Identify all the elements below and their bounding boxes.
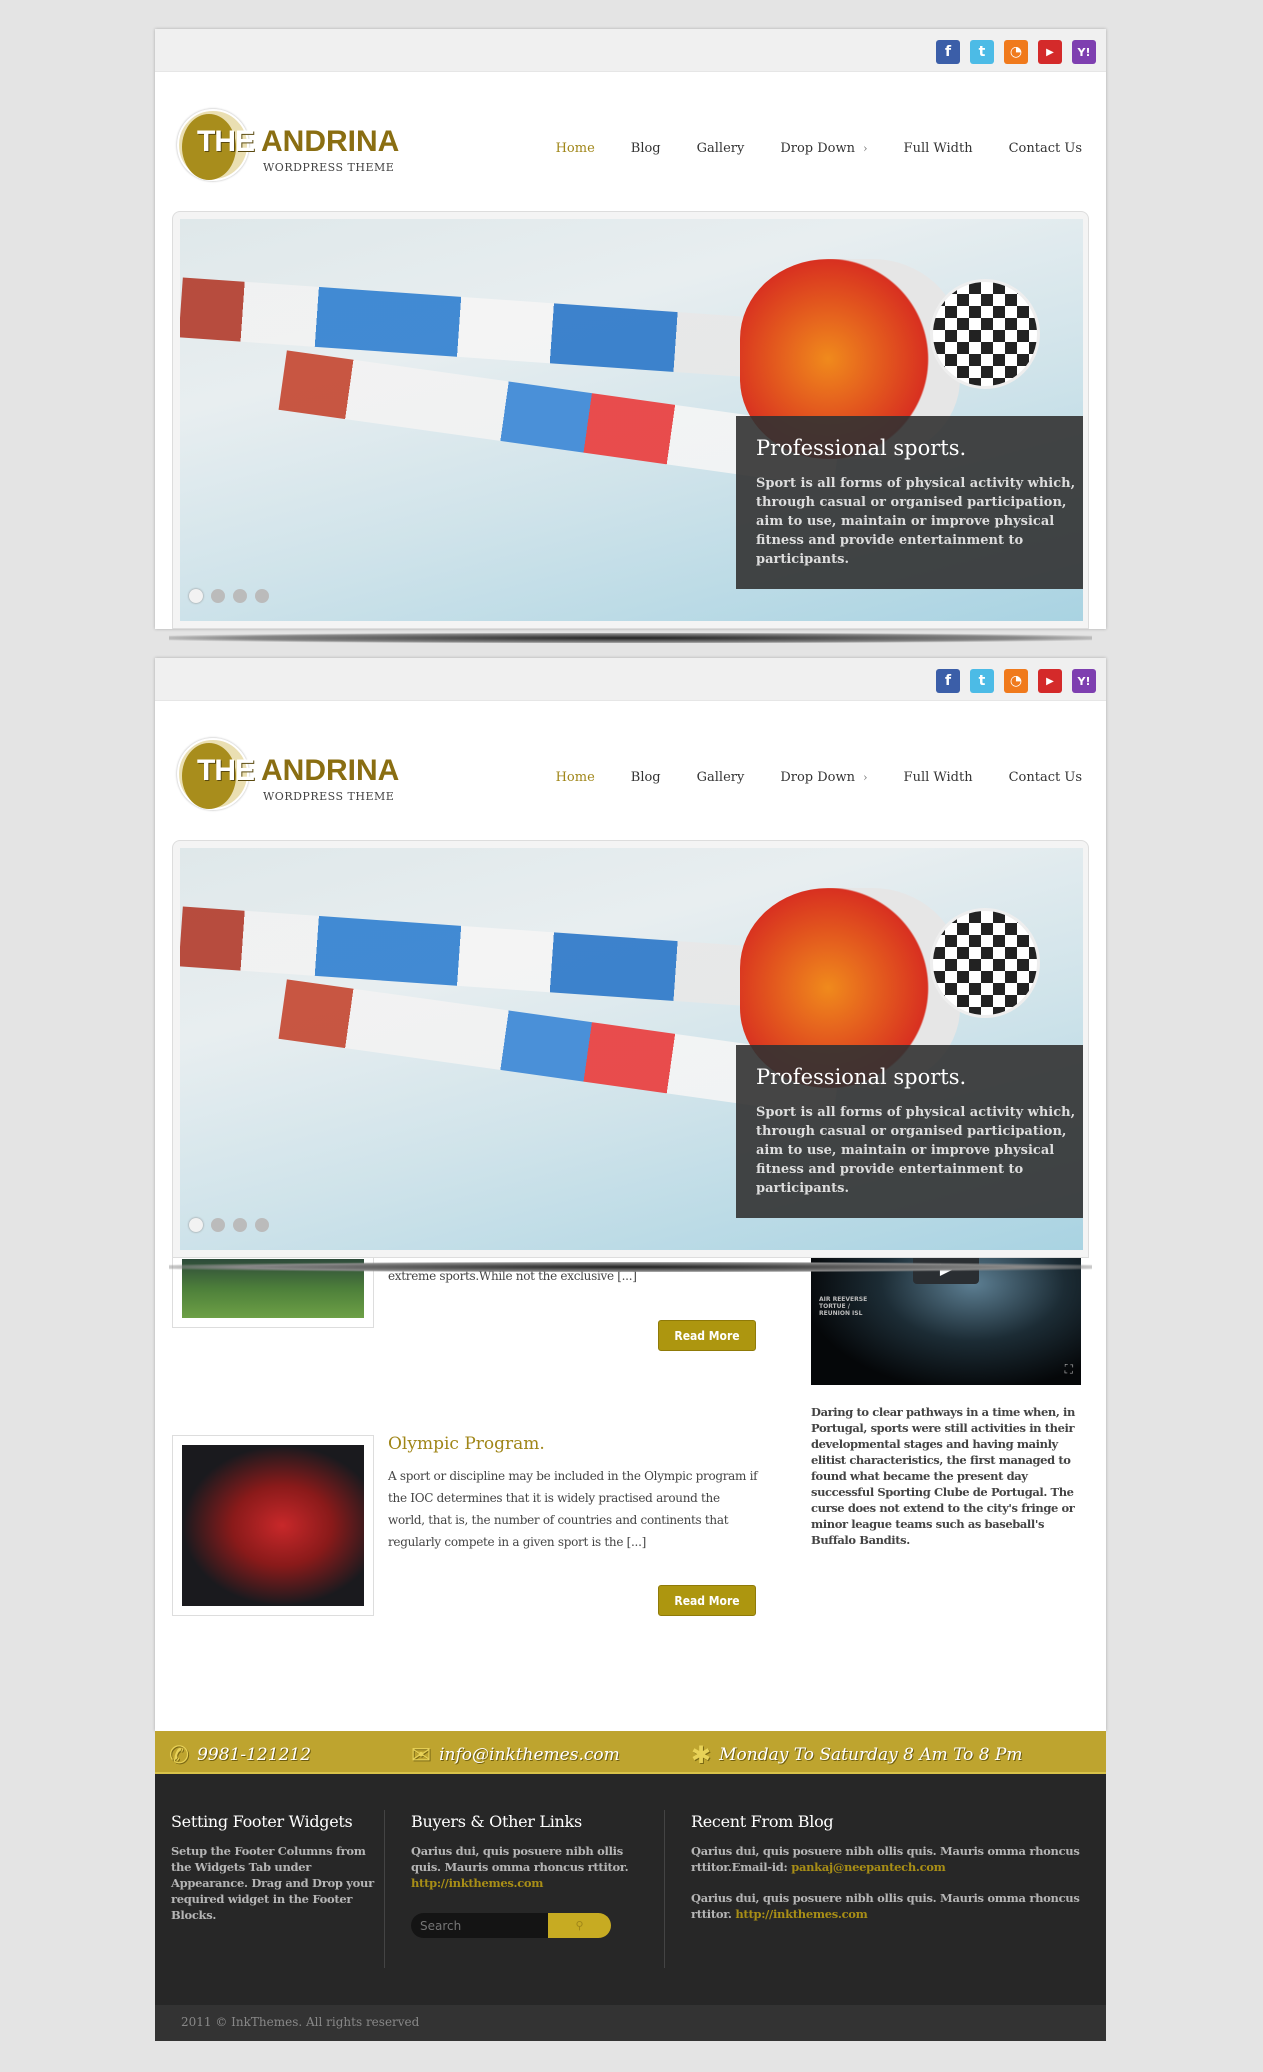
read-more-button[interactable]: Read More bbox=[658, 1320, 756, 1351]
slide-dot[interactable] bbox=[189, 589, 203, 603]
email-address[interactable]: info@inkthemes.com bbox=[439, 1745, 620, 1765]
footer-text: Qarius dui, quis posuere nibh ollis quis… bbox=[691, 1844, 1080, 1874]
youtube-icon[interactable]: ▶ bbox=[1038, 40, 1062, 64]
slide-dot[interactable] bbox=[211, 589, 225, 603]
site-logo[interactable]: THE ANDRINA WORDPRESS THEME bbox=[177, 738, 400, 812]
video-title-text: AIR REEVERSE TORTUE / REUNION ISL bbox=[819, 1296, 868, 1317]
sidebar-text: Daring to clear pathways in a time when,… bbox=[811, 1405, 1075, 1547]
asterisk-icon: ✱ bbox=[691, 1741, 712, 1769]
logo-the: THE bbox=[197, 125, 255, 158]
footer-heading: Setting Footer Widgets bbox=[171, 1812, 353, 1831]
contact-bar: ✆ 9981-121212 ✉ info@inkthemes.com ✱ Monday… bbox=[155, 1731, 1106, 1774]
nav-contact-us[interactable]: Contact Us bbox=[1009, 141, 1082, 156]
fullscreen-icon[interactable]: ⛶ bbox=[1065, 1362, 1073, 1377]
twitter-icon[interactable]: t bbox=[970, 669, 994, 693]
facebook-icon[interactable]: f bbox=[936, 40, 960, 64]
footer-text: Qarius dui, quis posuere nibh ollis quis… bbox=[691, 1891, 1080, 1921]
footer-col-links: Buyers & Other Links Qarius dui, quis po… bbox=[411, 1812, 641, 1938]
video-player[interactable]: ▶ AIR REEVERSE TORTUE / REUNION ISL ⛶ bbox=[811, 1258, 1081, 1385]
twitter-icon[interactable]: t bbox=[970, 40, 994, 64]
phone-icon: ✆ bbox=[169, 1741, 190, 1769]
page-panel-1: f t ◔ ▶ Y! THE ANDRINA WORDPRESS THEME H… bbox=[155, 29, 1106, 643]
logo-name: ANDRINA bbox=[261, 754, 400, 787]
site-logo[interactable]: THE ANDRINA WORDPRESS THEME bbox=[177, 109, 400, 183]
footer-link[interactable]: pankaj@neepantech.com bbox=[791, 1860, 946, 1874]
facebook-icon[interactable]: f bbox=[936, 669, 960, 693]
social-links: f t ◔ ▶ Y! bbox=[936, 40, 1096, 64]
nav-drop-down[interactable]: Drop Down › bbox=[780, 770, 867, 785]
main-nav: Home Blog Gallery Drop Down › Full Width… bbox=[520, 141, 1082, 156]
nav-contact-us[interactable]: Contact Us bbox=[1009, 770, 1082, 785]
slider-pagination bbox=[189, 589, 269, 603]
post-excerpt: A sport or discipline may be included in… bbox=[388, 1469, 758, 1549]
slide-dot[interactable] bbox=[255, 589, 269, 603]
footer-heading: Buyers & Other Links bbox=[411, 1812, 582, 1831]
footer-link[interactable]: http://inkthemes.com bbox=[411, 1876, 543, 1890]
page-header-2: f t ◔ ▶ Y! THE ANDRINA WORDPRESS THEME H… bbox=[155, 658, 1106, 1272]
footer-text: Qarius dui, quis posuere nibh ollis quis… bbox=[411, 1844, 629, 1890]
slide-title: Professional sports. bbox=[756, 436, 967, 460]
copyright: 2011 © InkThemes. All rights reserved bbox=[155, 2005, 1106, 2041]
slide-title: Professional sports. bbox=[756, 1065, 967, 1089]
logo-the: THE bbox=[197, 754, 255, 787]
chevron-right-icon: › bbox=[863, 142, 868, 155]
slide-dot[interactable] bbox=[211, 1218, 225, 1232]
chevron-right-icon: › bbox=[863, 771, 868, 784]
search-input[interactable] bbox=[411, 1913, 548, 1938]
nav-home[interactable]: Home bbox=[556, 141, 595, 156]
nav-blog[interactable]: Blog bbox=[631, 770, 661, 785]
post-thumbnail-frame[interactable] bbox=[172, 1435, 374, 1616]
slide-caption: Professional sports. Sport is all forms … bbox=[736, 1045, 1083, 1218]
post-title[interactable]: Olympic Program. bbox=[388, 1434, 545, 1454]
nav-gallery[interactable]: Gallery bbox=[697, 141, 745, 156]
footer-text: Setup the Footer Columns from the Widget… bbox=[171, 1844, 374, 1922]
slider-pagination bbox=[189, 1218, 269, 1232]
contact-phone: ✆ 9981-121212 bbox=[169, 1741, 311, 1769]
read-more-button[interactable]: Read More bbox=[658, 1585, 756, 1616]
nav-blog[interactable]: Blog bbox=[631, 141, 661, 156]
opening-hours: Monday To Saturday 8 Am To 8 Pm bbox=[719, 1745, 1023, 1765]
slide-text: Sport is all forms of physical activity … bbox=[756, 476, 1076, 567]
nav-drop-down[interactable]: Drop Down › bbox=[780, 141, 867, 156]
nav-full-width[interactable]: Full Width bbox=[904, 770, 973, 785]
social-links: f t ◔ ▶ Y! bbox=[936, 669, 1096, 693]
footer-search: ⚲ bbox=[411, 1913, 611, 1938]
top-bar: f t ◔ ▶ Y! bbox=[155, 29, 1106, 72]
post-thumbnail-football bbox=[182, 1445, 364, 1606]
top-bar: f t ◔ ▶ Y! bbox=[155, 658, 1106, 701]
footer-col-widgets: Setting Footer Widgets Setup the Footer … bbox=[171, 1812, 376, 1923]
logo-subtitle: WORDPRESS THEME bbox=[263, 790, 395, 803]
slide-text: Sport is all forms of physical activity … bbox=[756, 1105, 1076, 1196]
slide-dot[interactable] bbox=[233, 1218, 247, 1232]
search-icon: ⚲ bbox=[575, 1919, 584, 1932]
main-nav: Home Blog Gallery Drop Down › Full Width… bbox=[520, 770, 1082, 785]
nav-full-width[interactable]: Full Width bbox=[904, 141, 973, 156]
contact-hours: ✱ Monday To Saturday 8 Am To 8 Pm bbox=[691, 1741, 1023, 1769]
rss-icon[interactable]: ◔ bbox=[1004, 669, 1028, 693]
youtube-icon[interactable]: ▶ bbox=[1038, 669, 1062, 693]
logo-name: ANDRINA bbox=[261, 125, 400, 158]
slide-dot[interactable] bbox=[233, 589, 247, 603]
mail-icon: ✉ bbox=[411, 1741, 432, 1769]
phone-number: 9981-121212 bbox=[197, 1745, 312, 1765]
rss-icon[interactable]: ◔ bbox=[1004, 40, 1028, 64]
nav-gallery[interactable]: Gallery bbox=[697, 770, 745, 785]
slide-dot[interactable] bbox=[189, 1218, 203, 1232]
logo-subtitle: WORDPRESS THEME bbox=[263, 161, 395, 174]
footer-col-blog: Recent From Blog Qarius dui, quis posuer… bbox=[691, 1812, 1091, 1922]
footer-heading: Recent From Blog bbox=[691, 1812, 834, 1831]
slide-dot[interactable] bbox=[255, 1218, 269, 1232]
footer: Setting Footer Widgets Setup the Footer … bbox=[155, 1774, 1106, 2005]
yahoo-icon[interactable]: Y! bbox=[1072, 669, 1096, 693]
yahoo-icon[interactable]: Y! bbox=[1072, 40, 1096, 64]
nav-home[interactable]: Home bbox=[556, 770, 595, 785]
footer-link[interactable]: http://inkthemes.com bbox=[735, 1907, 867, 1921]
search-button[interactable]: ⚲ bbox=[548, 1913, 611, 1938]
contact-email[interactable]: ✉ info@inkthemes.com bbox=[411, 1741, 620, 1769]
slide-caption: Professional sports. Sport is all forms … bbox=[736, 416, 1083, 589]
